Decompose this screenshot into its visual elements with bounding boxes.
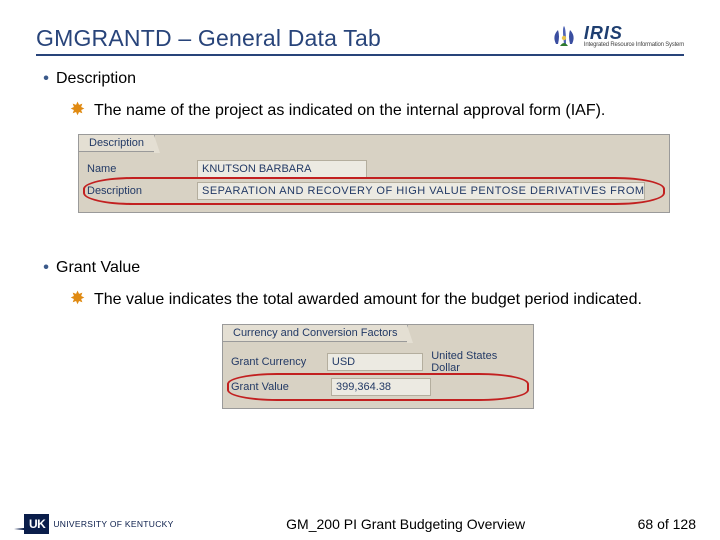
star-icon: ✸ <box>70 289 85 307</box>
page-number: 68 of 128 <box>638 516 696 532</box>
name-row: Name KNUTSON BARBARA <box>87 158 661 180</box>
grant-value-row: Grant Value 399,364.38 <box>231 376 525 398</box>
uk-name: UNIVERSITY OF KENTUCKY <box>49 519 173 529</box>
grant-value-screenshot: Currency and Conversion Factors Grant Cu… <box>222 324 534 409</box>
name-label: Name <box>87 163 197 175</box>
page-title: GMGRANTD – General Data Tab <box>36 25 381 52</box>
screenshot-tab: Description <box>79 135 155 152</box>
slide: GMGRANTD – General Data Tab IRIS Integra… <box>0 0 720 540</box>
currency-extra: United States Dollar <box>423 350 525 374</box>
star-icon: ✸ <box>70 100 85 118</box>
screenshot-body: Name KNUTSON BARBARA Description SEPARAT… <box>79 152 669 212</box>
grant-value-detail: ✸ The value indicates the total awarded … <box>36 277 684 416</box>
currency-label: Grant Currency <box>231 356 327 368</box>
screenshot-tab: Currency and Conversion Factors <box>223 325 408 342</box>
bullet-description-label: Description <box>56 70 136 88</box>
iris-logo-main: IRIS <box>584 24 684 42</box>
currency-row: Grant Currency USD United States Dollar <box>231 348 525 376</box>
bullet-grant-value-label: Grant Value <box>56 259 140 277</box>
iris-logo-text: IRIS Integrated Resource Information Sys… <box>584 24 684 48</box>
iris-flower-icon <box>548 22 580 50</box>
screenshot-body: Grant Currency USD United States Dollar … <box>223 342 533 408</box>
desc-field: SEPARATION AND RECOVERY OF HIGH VALUE PE… <box>197 182 645 200</box>
uk-badge-icon: UK <box>24 514 49 534</box>
bullet-description: • Description <box>36 66 684 88</box>
grant-value-field: 399,364.38 <box>331 378 431 396</box>
star-line-description: ✸ The name of the project as indicated o… <box>72 98 684 124</box>
uk-logo: UK UNIVERSITY OF KENTUCKY <box>24 514 174 534</box>
bullet-dot-icon: • <box>36 259 56 277</box>
grant-value-label: Grant Value <box>231 381 331 393</box>
content: • Description ✸ The name of the project … <box>36 56 684 415</box>
iris-logo: IRIS Integrated Resource Information Sys… <box>548 22 684 50</box>
footer: UK UNIVERSITY OF KENTUCKY GM_200 PI Gran… <box>0 514 720 534</box>
bullet-dot-icon: • <box>36 70 56 88</box>
description-screenshot: Description Name KNUTSON BARBARA Descrip… <box>78 134 670 213</box>
description-text: The name of the project as indicated on … <box>72 98 684 124</box>
name-field: KNUTSON BARBARA <box>197 160 367 178</box>
desc-label: Description <box>87 185 197 197</box>
currency-field: USD <box>327 353 423 371</box>
grant-value-text: The value indicates the total awarded am… <box>72 287 684 313</box>
header: GMGRANTD – General Data Tab IRIS Integra… <box>36 22 684 56</box>
footer-title: GM_200 PI Grant Budgeting Overview <box>174 516 638 532</box>
bullet-grant-value: • Grant Value <box>36 255 684 277</box>
description-detail: ✸ The name of the project as indicated o… <box>36 88 684 219</box>
iris-logo-sub: Integrated Resource Information System <box>584 42 684 48</box>
star-line-grant: ✸ The value indicates the total awarded … <box>72 287 684 313</box>
description-row: Description SEPARATION AND RECOVERY OF H… <box>87 180 661 202</box>
